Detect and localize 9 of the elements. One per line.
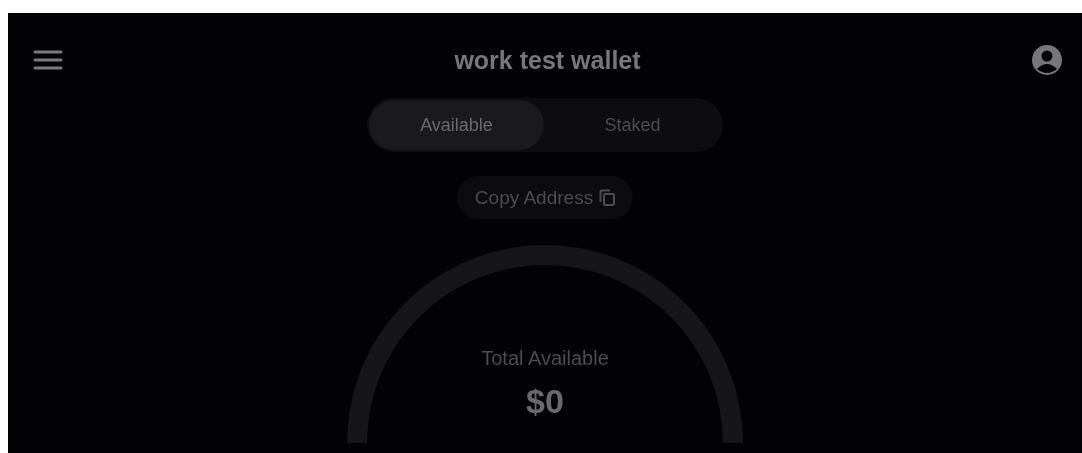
balance-value: $0 <box>526 384 564 418</box>
copy-address-button[interactable]: Copy Address <box>456 176 634 219</box>
tab[interactable]: Available <box>369 100 544 150</box>
wallet-title: work test wallet <box>454 45 641 75</box>
tab[interactable]: Staked <box>544 100 721 150</box>
copy-icon <box>599 189 616 206</box>
profile-icon[interactable] <box>1032 45 1062 75</box>
balance-label: Total Available <box>481 347 609 370</box>
menu-icon[interactable] <box>33 49 63 71</box>
